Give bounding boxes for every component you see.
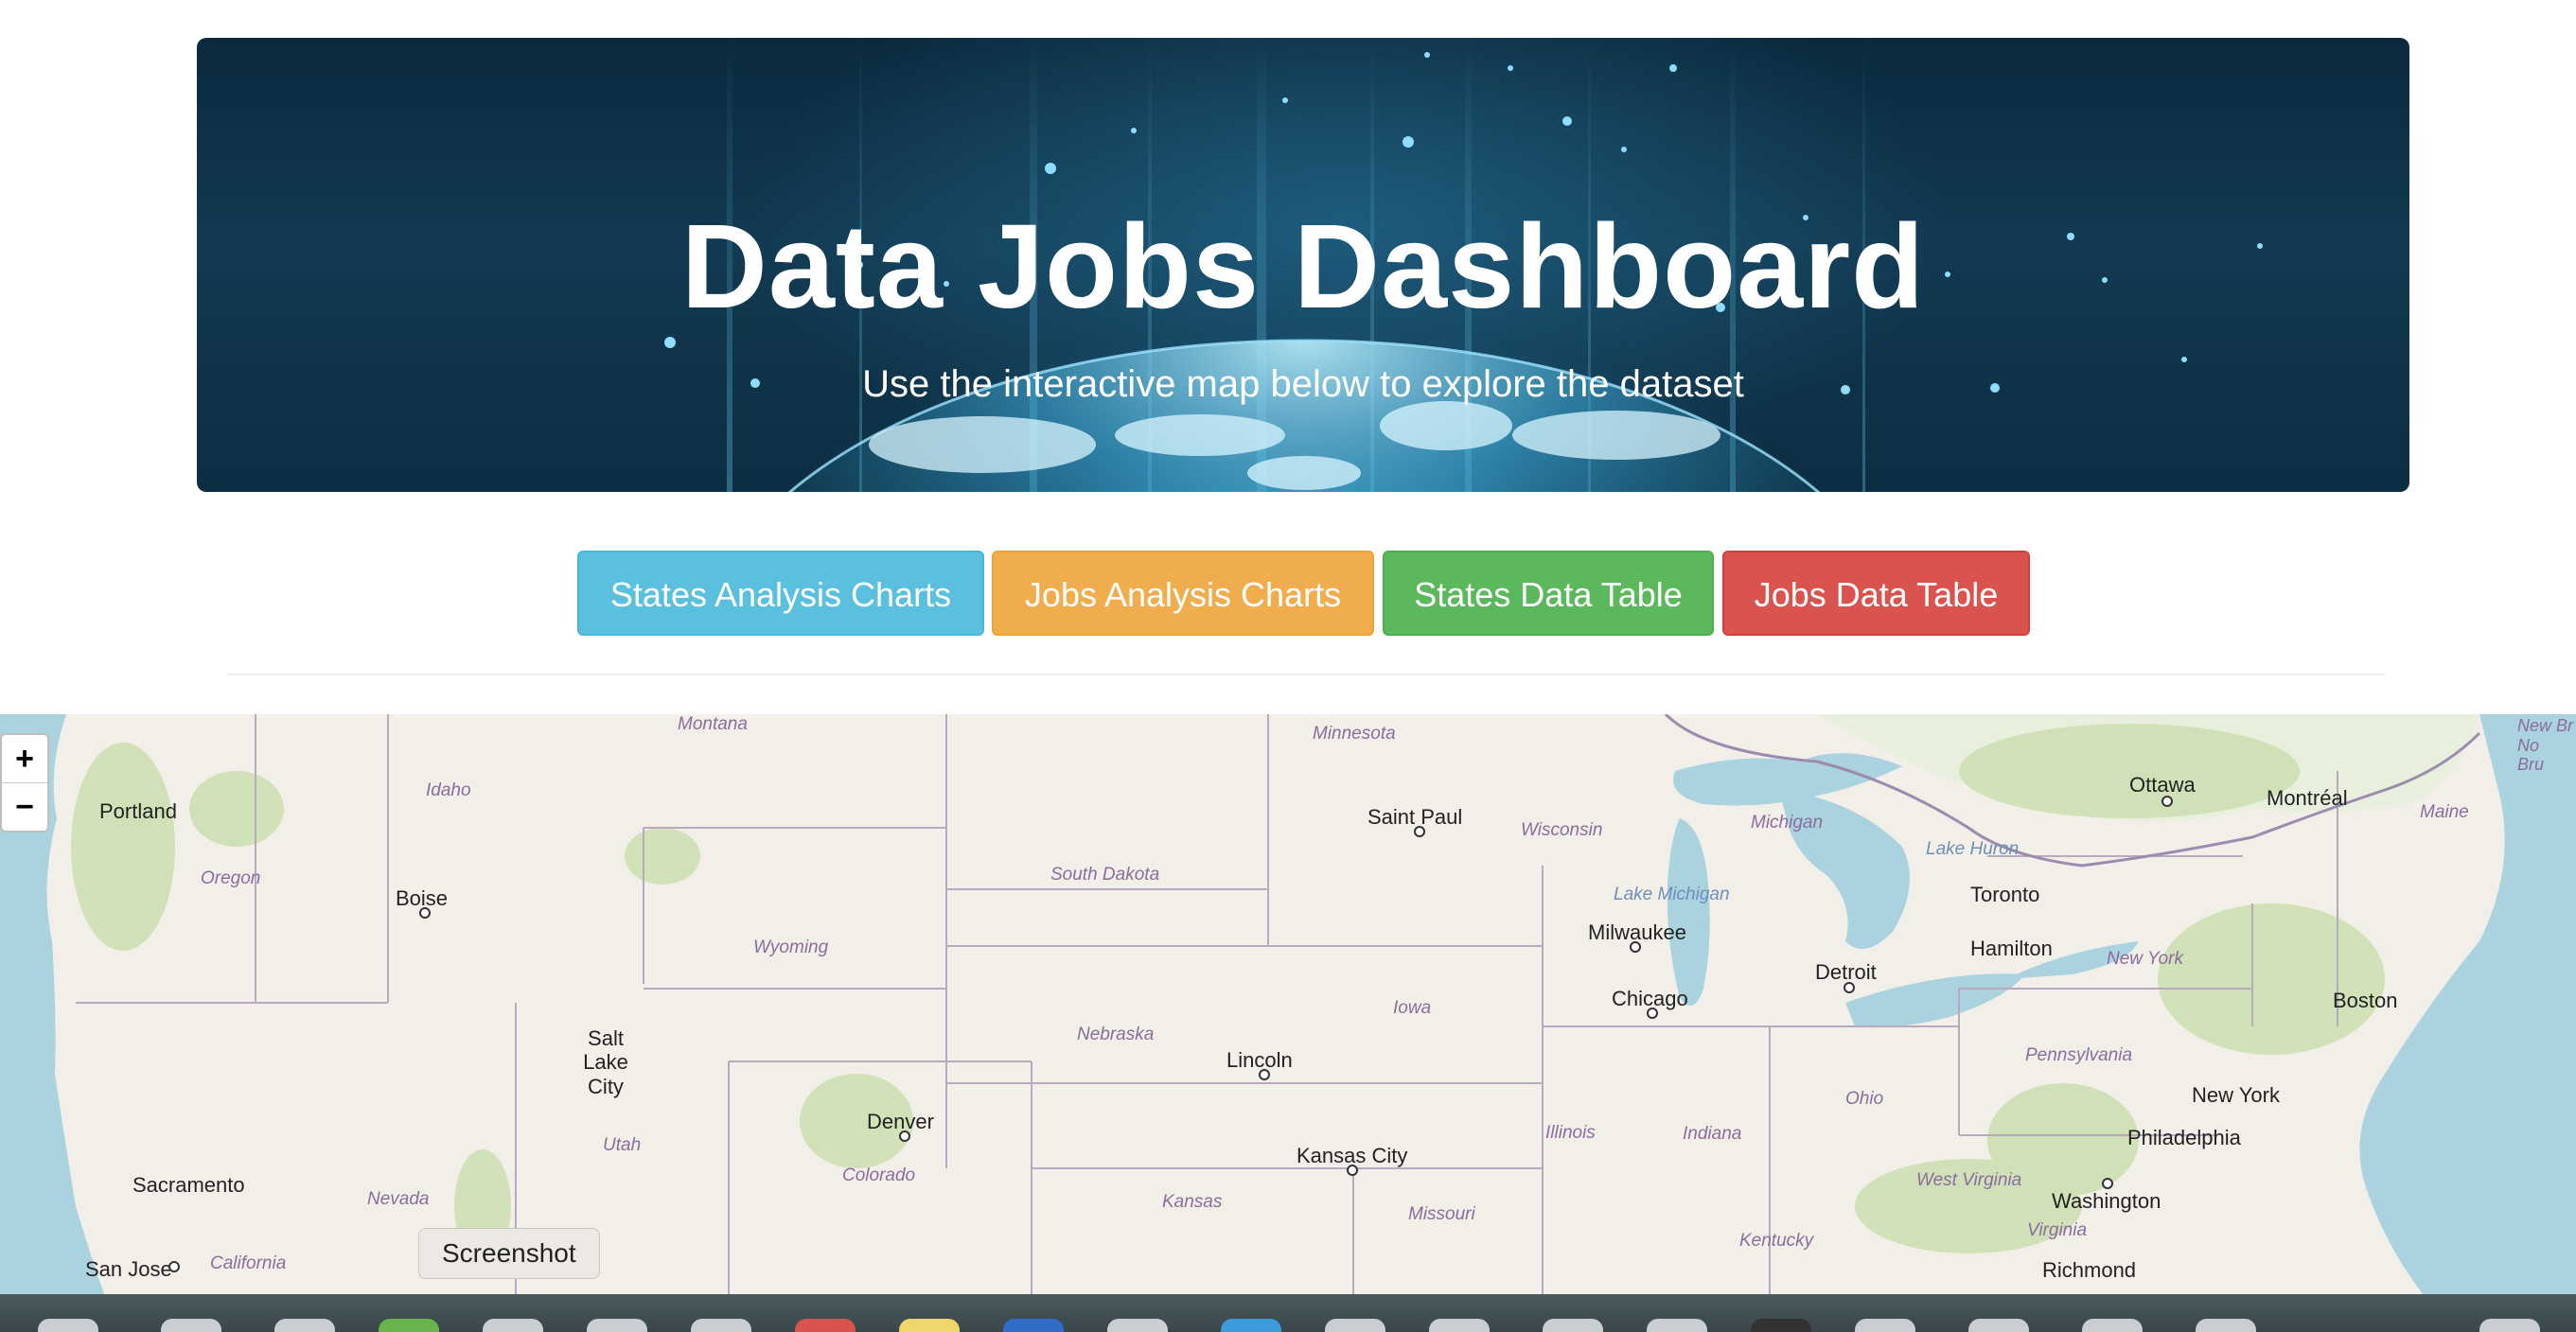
map-state-label: Wisconsin [1521,820,1603,840]
map-state-label: Nevada [367,1189,430,1209]
hero-jumbotron: Data Jobs Dashboard Use the interactive … [197,38,2409,492]
macos-dock [0,1294,2576,1332]
map-state-label: Colorado [842,1166,916,1185]
dock-app-icon[interactable] [2196,1319,2256,1332]
map-city-label: Denver [867,1110,934,1133]
page: Data Jobs Dashboard Use the interactive … [0,0,2576,1332]
city-marker [419,907,431,919]
map-city-label: Saint Paul [1367,805,1463,829]
dock-app-icon[interactable] [1429,1319,1490,1332]
map-state-label: Ohio [1845,1089,1884,1109]
map-city-label: Hamilton [1970,937,2053,960]
map-state-label: Iowa [1393,998,1432,1018]
map-water-label: Lake Huron [1926,839,2020,859]
city-marker [2161,796,2173,807]
states-analysis-charts-button[interactable]: States Analysis Charts [577,551,984,636]
map-state-label: Michigan [1751,813,1824,832]
map-state-label: Missouri [1408,1204,1475,1224]
city-marker [1259,1069,1270,1080]
dock-app-icon[interactable] [2479,1319,2540,1332]
city-marker [1844,982,1855,993]
city-marker [2102,1178,2113,1189]
dock-app-icon[interactable] [379,1319,439,1332]
map-city-label: Salt Lake City [583,1026,628,1098]
map-state-label: Pennsylvania [2025,1045,2133,1065]
map-state-label: Wyoming [753,938,829,957]
map-state-label: Minnesota [1313,724,1396,744]
map-city-label: Richmond [2042,1258,2137,1282]
map-state-label: New Br No Bru [2517,716,2574,775]
zoom-control: + − [0,733,49,832]
dock-app-icon[interactable] [1751,1319,1811,1332]
map-city-label: Detroit [1815,960,1877,984]
dock-app-icon[interactable] [38,1319,98,1332]
divider [227,674,2385,675]
nav-button-row: States Analysis Charts Jobs Analysis Cha… [0,551,2576,636]
states-data-table-button[interactable]: States Data Table [1383,551,1714,636]
dock-app-icon[interactable] [1325,1319,1385,1332]
map-city-label: Boston [2333,989,2398,1012]
dock-tooltip: Screenshot [418,1228,600,1279]
map-city-label: Sacramento [132,1173,245,1197]
map-city-label: Philadelphia [2127,1126,2241,1149]
map-state-label: Maine [2420,802,2469,822]
city-marker [1630,941,1641,953]
map-city-label: San Jose [85,1257,172,1281]
map-state-label: Indiana [1683,1124,1742,1144]
page-title: Data Jobs Dashboard [680,200,1926,333]
jobs-data-table-button[interactable]: Jobs Data Table [1722,551,2030,636]
dock-app-icon[interactable] [483,1319,543,1332]
dock-app-icon[interactable] [1221,1319,1281,1332]
map-state-label: Virginia [2027,1220,2088,1240]
map-state-label: Nebraska [1077,1025,1155,1044]
map-city-label: Montréal [2267,786,2348,810]
map-state-label: Montana [678,714,748,734]
map-city-label: Toronto [1970,883,2040,906]
dock-app-icon[interactable] [1968,1319,2029,1332]
map-state-label: West Virginia [1916,1170,2022,1190]
map-state-label: California [210,1253,287,1273]
zoom-in-button[interactable]: + [2,735,47,782]
map-city-label: Portland [99,799,177,823]
dock-app-icon[interactable] [795,1319,856,1332]
map-state-label: Illinois [1545,1123,1596,1143]
dock-app-icon[interactable] [1543,1319,1603,1332]
dock-app-icon[interactable] [691,1319,751,1332]
map-city-label: New York [2192,1083,2280,1107]
city-marker [168,1261,180,1272]
dock-app-icon[interactable] [1107,1319,1168,1332]
page-subtitle: Use the interactive map below to explore… [862,363,1744,405]
city-marker [1347,1165,1358,1176]
interactive-map[interactable]: + − Portland Boise Saint Paul Ottawa Mon… [0,714,2576,1294]
dock-app-icon[interactable] [274,1319,335,1332]
map-state-label: Oregon [201,868,261,888]
city-marker [1414,826,1425,837]
map-state-label: Kansas [1162,1192,1223,1212]
map-city-label: Boise [396,886,449,910]
dock-app-icon[interactable] [899,1319,960,1332]
dock-app-icon[interactable] [1003,1319,1064,1332]
map-state-label: South Dakota [1050,865,1160,885]
dock-app-icon[interactable] [1647,1319,1707,1332]
city-marker [1647,1008,1658,1019]
map-state-label: New York [2107,949,2183,969]
zoom-out-button[interactable]: − [2,782,47,831]
map-city-label: Lincoln [1226,1048,1293,1072]
map-water-label: Lake Michigan [1614,885,1730,904]
dock-app-icon[interactable] [161,1319,221,1332]
map-state-label: Kentucky [1739,1231,1814,1251]
city-marker [899,1130,910,1142]
jobs-analysis-charts-button[interactable]: Jobs Analysis Charts [992,551,1374,636]
dock-app-icon[interactable] [1855,1319,1915,1332]
map-city-label: Ottawa [2129,773,2196,797]
map-state-label: Utah [603,1135,642,1155]
dock-app-icon[interactable] [2082,1319,2143,1332]
map-state-label: Idaho [426,780,471,800]
map-city-label: Washington [2052,1189,2161,1213]
dock-app-icon[interactable] [587,1319,647,1332]
